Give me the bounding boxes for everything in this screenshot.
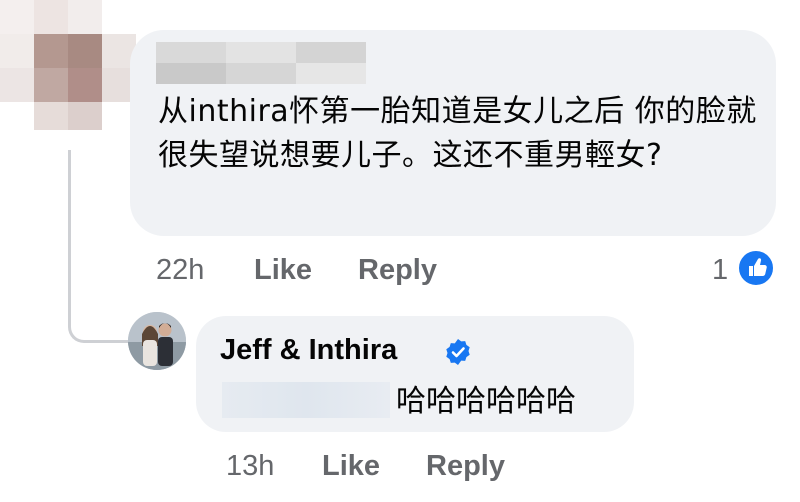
reply-author-avatar[interactable] (128, 312, 186, 370)
comment-text: 从inthira怀第一胎知道是女儿之后 你的脸就很失望说想要儿子。这还不重男輕女… (158, 94, 757, 173)
thumbs-up-icon[interactable] (736, 248, 776, 288)
commenter-name-obscured[interactable] (156, 42, 366, 84)
comment-like-button[interactable]: Like (254, 254, 312, 287)
reply-author-name[interactable]: Jeff & Inthira (220, 334, 397, 367)
comment-timestamp[interactable]: 22h (156, 254, 204, 287)
thread-connector-line (68, 150, 129, 343)
reply-reply-button[interactable]: Reply (426, 450, 505, 483)
reply-timestamp[interactable]: 13h (226, 450, 274, 483)
comment-bubble[interactable]: 从inthira怀第一胎知道是女儿之后 你的脸就很失望说想要儿子。这还不重男輕女… (130, 30, 776, 236)
reply-bubble[interactable]: Jeff & Inthira 哈哈哈哈哈哈 (196, 316, 634, 432)
comment-reply-button[interactable]: Reply (358, 254, 437, 287)
verified-badge-icon (444, 338, 472, 366)
reply-text: 哈哈哈哈哈哈 (396, 384, 576, 419)
commenter-avatar[interactable] (0, 0, 136, 130)
reply-like-button[interactable]: Like (322, 450, 380, 483)
reply-text-obscured (222, 382, 390, 418)
reaction-count[interactable]: 1 (712, 254, 728, 287)
